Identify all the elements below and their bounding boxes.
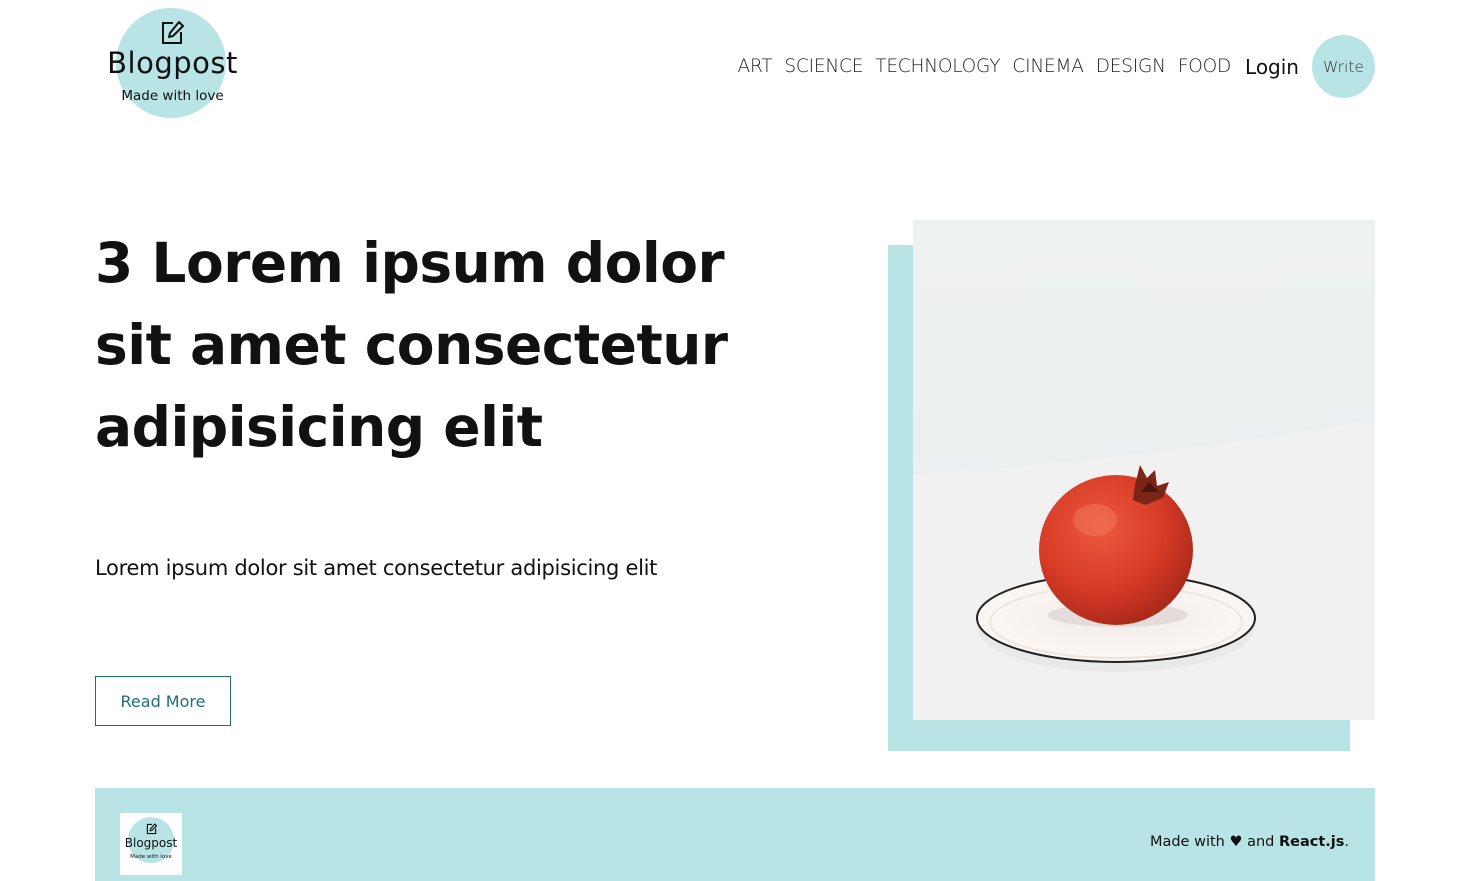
- logo-title: Blogpost: [107, 46, 238, 80]
- write-button[interactable]: Write: [1312, 35, 1375, 98]
- post-description: Lorem ipsum dolor sit amet consectetur a…: [95, 556, 658, 580]
- footer-credit: Made with ♥ and React.js.: [1150, 834, 1349, 850]
- pomegranate-image: [913, 220, 1375, 720]
- nav-link-design[interactable]: DESIGN: [1096, 56, 1166, 77]
- nav-link-science[interactable]: SCIENCE: [784, 56, 863, 77]
- footer-text-suffix: .: [1344, 834, 1349, 850]
- login-link[interactable]: Login: [1245, 55, 1299, 79]
- footer-text-and: and: [1247, 834, 1275, 850]
- nav-link-cinema[interactable]: CINEMA: [1012, 56, 1084, 77]
- logo[interactable]: Blogpost Made with love: [100, 8, 245, 120]
- post-image[interactable]: [913, 220, 1375, 720]
- read-more-button[interactable]: Read More: [95, 676, 231, 726]
- footer-logo-subtitle: Made with love: [130, 854, 172, 860]
- footer-brand: React.js: [1278, 834, 1345, 850]
- nav-link-food[interactable]: FOOD: [1178, 56, 1231, 77]
- edit-icon: [162, 21, 184, 44]
- footer-text-prefix: Made with: [1149, 834, 1225, 850]
- main-nav: ART SCIENCE TECHNOLOGY CINEMA DESIGN FOO…: [737, 35, 1375, 98]
- footer: Blogpost Made with love Made with ♥ and …: [95, 788, 1375, 881]
- logo-subtitle: Made with love: [121, 88, 224, 104]
- footer-logo-title: Blogpost: [124, 836, 178, 850]
- nav-link-art[interactable]: ART: [737, 56, 772, 77]
- footer-edit-icon: [146, 823, 157, 835]
- heart-icon: ♥: [1229, 834, 1243, 850]
- footer-logo[interactable]: Blogpost Made with love: [120, 813, 182, 875]
- post-title[interactable]: 3 Lorem ipsum dolor sit amet consectetur…: [95, 222, 795, 468]
- nav-link-technology[interactable]: TECHNOLOGY: [875, 56, 1000, 77]
